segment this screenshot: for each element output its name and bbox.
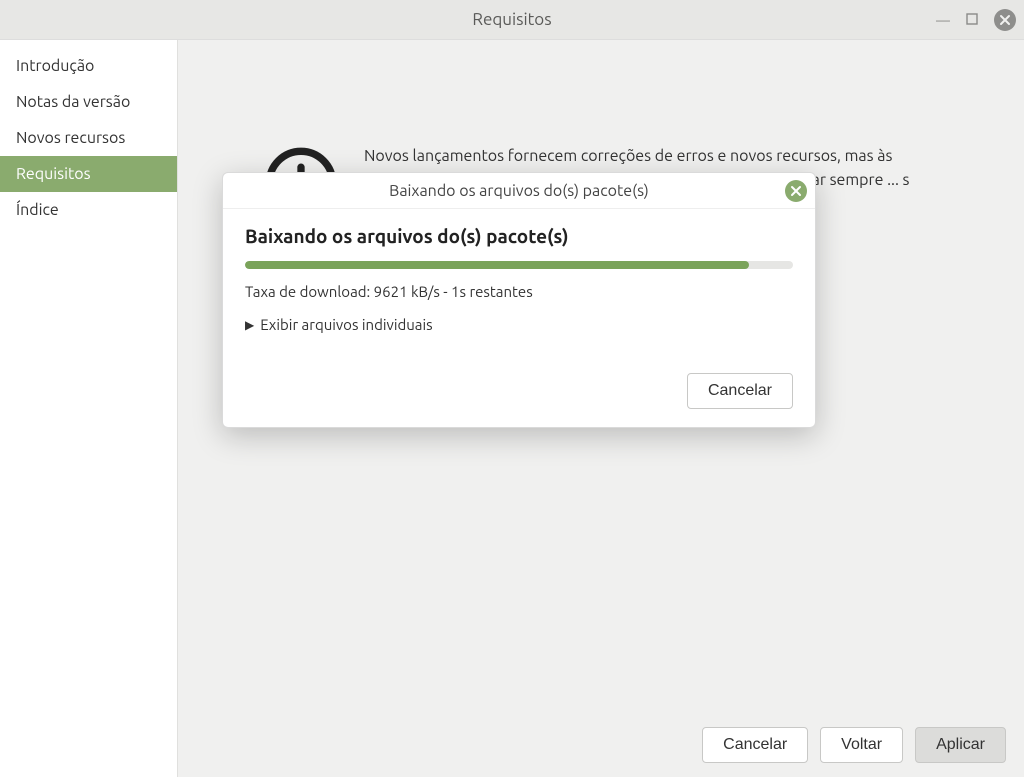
back-button[interactable]: Voltar: [820, 727, 903, 763]
footer-buttons: Cancelar Voltar Aplicar: [702, 727, 1006, 763]
square-icon: [966, 13, 978, 25]
dialog-body: Baixando os arquivos do(s) pacote(s) Tax…: [223, 209, 815, 427]
minimize-button[interactable]: —: [936, 12, 950, 28]
dialog-title: Baixando os arquivos do(s) pacote(s): [389, 182, 649, 200]
sidebar-item-requisitos[interactable]: Requisitos: [0, 156, 177, 192]
close-icon: [790, 185, 802, 197]
cancel-button[interactable]: Cancelar: [702, 727, 808, 763]
dialog-buttons: Cancelar: [245, 373, 793, 409]
sidebar-item-indice[interactable]: Índice: [0, 192, 177, 228]
dialog-titlebar: Baixando os arquivos do(s) pacote(s): [223, 173, 815, 209]
close-button[interactable]: [994, 9, 1016, 31]
sidebar-item-notas[interactable]: Notas da versão: [0, 84, 177, 120]
window-title: Requisitos: [472, 10, 551, 29]
dialog-heading: Baixando os arquivos do(s) pacote(s): [245, 225, 793, 247]
download-dialog: Baixando os arquivos do(s) pacote(s) Bai…: [222, 172, 816, 428]
expander-label: Exibir arquivos individuais: [260, 316, 432, 333]
window-controls: —: [936, 9, 1016, 31]
sidebar: Introdução Notas da versão Novos recurso…: [0, 40, 178, 777]
sidebar-item-novos-recursos[interactable]: Novos recursos: [0, 120, 177, 156]
dialog-cancel-button[interactable]: Cancelar: [687, 373, 793, 409]
apply-button[interactable]: Aplicar: [915, 727, 1006, 763]
sidebar-item-introducao[interactable]: Introdução: [0, 48, 177, 84]
progress-bar: [245, 261, 793, 269]
close-icon: [999, 14, 1011, 26]
dialog-close-button[interactable]: [785, 180, 807, 202]
window-titlebar: Requisitos —: [0, 0, 1024, 40]
maximize-button[interactable]: [966, 12, 978, 28]
progress-fill: [245, 261, 749, 269]
show-files-expander[interactable]: ▶ Exibir arquivos individuais: [245, 316, 793, 333]
triangle-right-icon: ▶: [245, 318, 254, 332]
main-window: Requisitos — Introdução Notas da versão …: [0, 0, 1024, 777]
download-rate-text: Taxa de download: 9621 kB/s - 1s restant…: [245, 283, 793, 300]
